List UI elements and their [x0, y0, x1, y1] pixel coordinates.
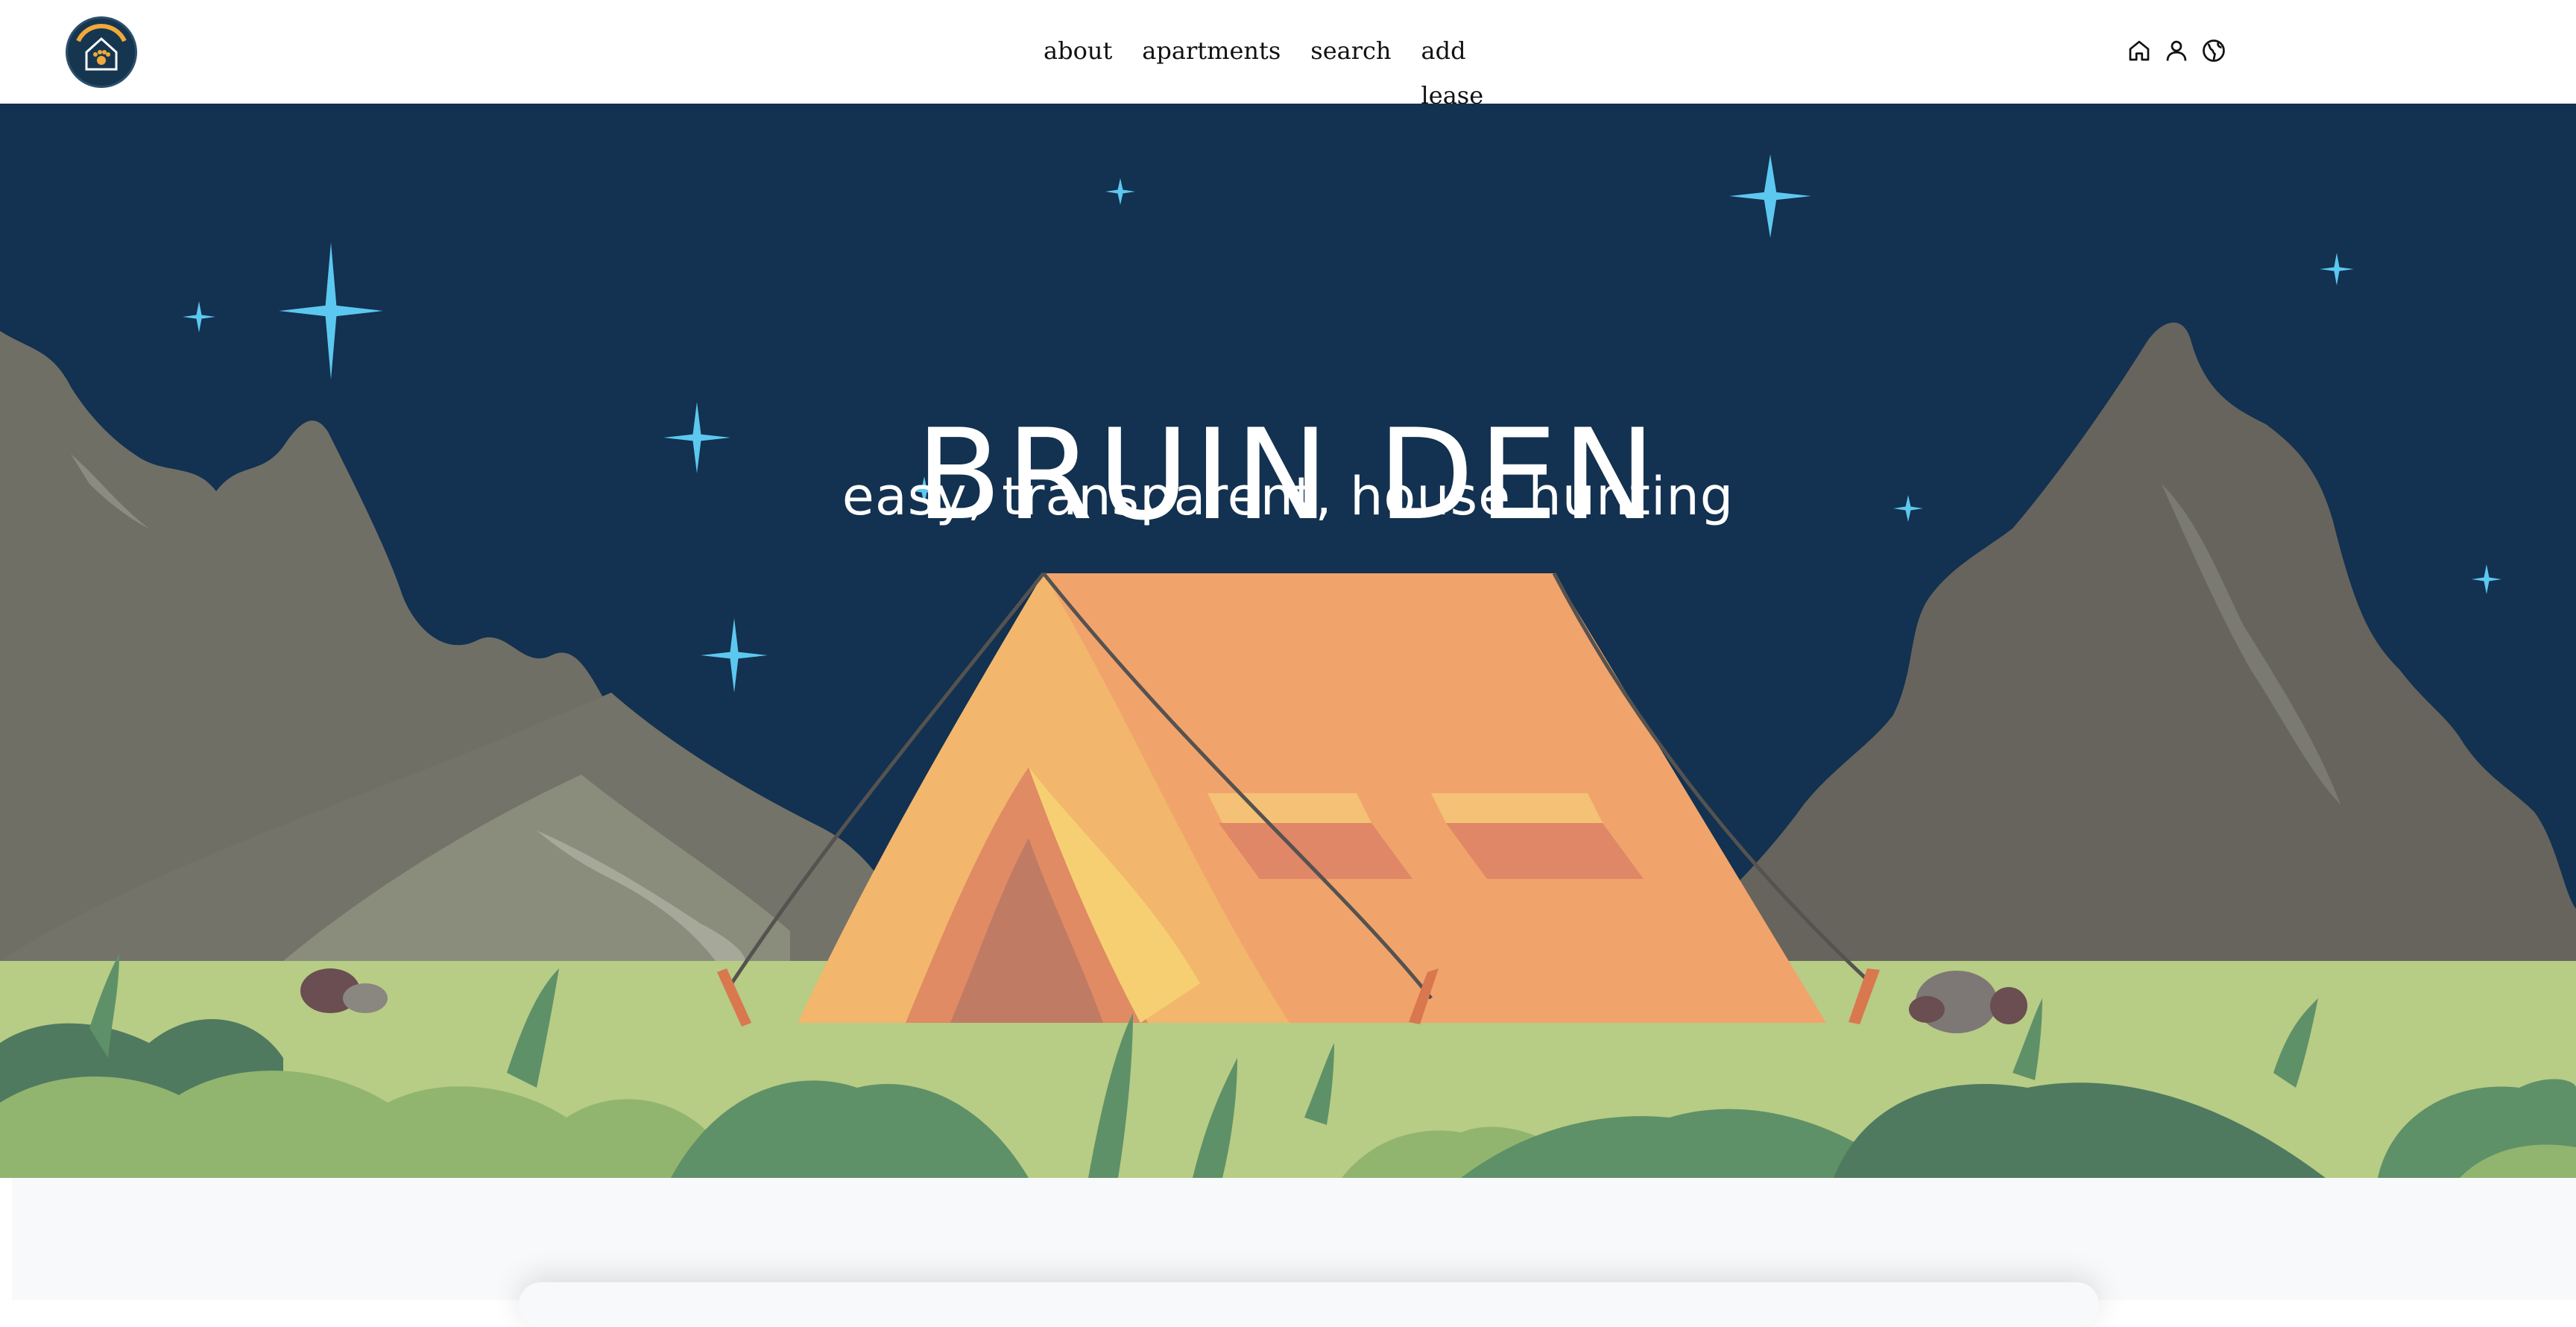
content-card [519, 1282, 2099, 1327]
navbar: about apartments search add lease [0, 0, 2576, 110]
hero-banner: BRUIN DEN easy, transparent, house hunti… [0, 104, 2576, 1178]
brand-logo[interactable] [66, 16, 137, 88]
logo-emblem [76, 24, 127, 71]
user-icon[interactable] [2163, 37, 2190, 64]
home-icon[interactable] [2126, 37, 2153, 64]
nav-icons [2126, 37, 2227, 64]
globe-icon[interactable] [2200, 37, 2227, 64]
content-section [12, 1178, 2576, 1327]
hero-subtitle: easy, transparent, house hunting [842, 466, 1734, 527]
hero-illustration [0, 154, 2576, 1178]
